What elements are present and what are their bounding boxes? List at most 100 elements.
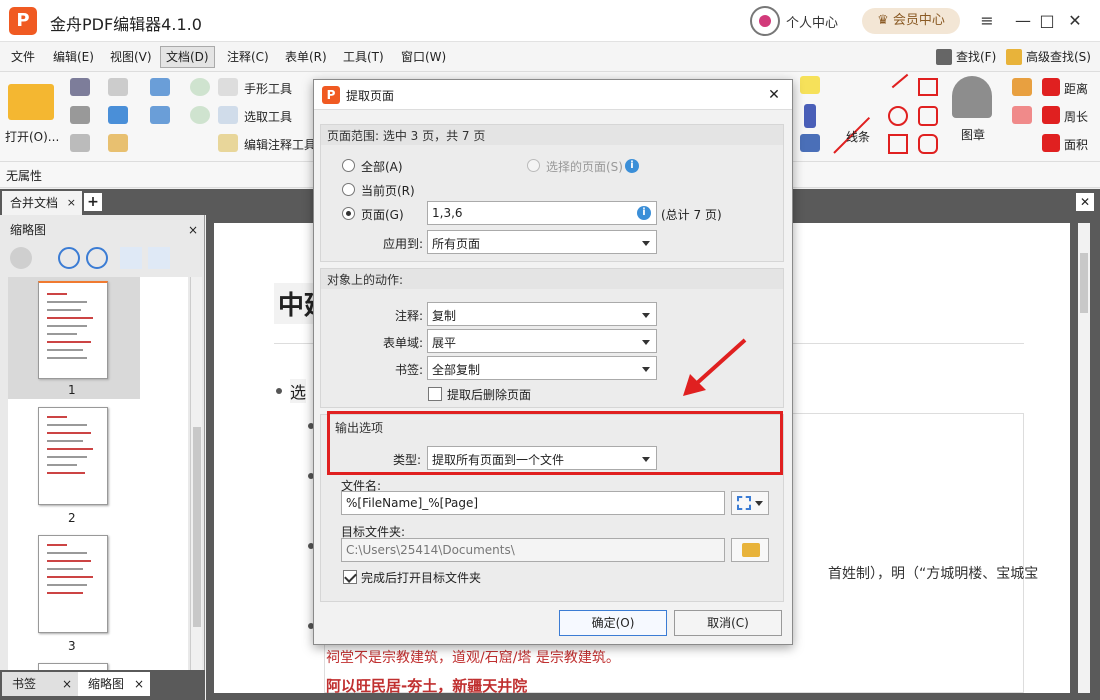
personal-center-button[interactable]: 个人中心 (750, 6, 838, 36)
browse-folder-button[interactable] (731, 538, 769, 562)
stamp-icon[interactable] (952, 76, 992, 118)
menu-file[interactable]: 文件 (6, 46, 40, 68)
maximize-button[interactable]: □ (1036, 10, 1058, 32)
print-icon[interactable] (70, 106, 90, 124)
pencil-icon[interactable] (1012, 78, 1032, 96)
email-icon[interactable] (108, 78, 128, 96)
cloud-tool-icon[interactable] (918, 134, 938, 154)
save-icon[interactable] (70, 78, 90, 96)
dialog-title: 提取页面 (346, 89, 395, 103)
delete-after-label[interactable]: 提取后删除页面 (447, 386, 531, 403)
menu-window[interactable]: 窗口(W) (396, 46, 451, 68)
page-thumbnail-2[interactable] (38, 407, 108, 505)
redo-icon[interactable] (150, 106, 170, 124)
forward-icon[interactable] (190, 106, 210, 124)
tab-thumbnails[interactable]: 缩略图 × (78, 672, 150, 696)
page-number: 2 (68, 511, 76, 525)
page-thumbnail-3[interactable] (38, 535, 108, 633)
filename-macro-button[interactable] (731, 491, 769, 515)
close-document-button[interactable]: ✕ (1076, 193, 1094, 211)
open-folder-after-label[interactable]: 完成后打开目标文件夹 (361, 569, 481, 586)
distance-icon (1042, 78, 1060, 96)
menu-document[interactable]: 文档(D) (160, 46, 215, 68)
radio-pages-label[interactable]: 页面(G) (361, 206, 404, 223)
polygon-tool-icon[interactable] (918, 78, 938, 96)
open-folder-icon[interactable] (8, 84, 54, 120)
select-tool-button[interactable]: 选取工具 (244, 108, 292, 125)
rotate-right-icon[interactable] (148, 247, 170, 269)
ok-button[interactable]: 确定(O) (559, 610, 667, 636)
document-scrollbar[interactable] (1078, 223, 1090, 693)
tab-close-icon[interactable]: × (62, 672, 72, 696)
pentagon-tool-icon[interactable] (918, 106, 938, 126)
undo-icon[interactable] (150, 78, 170, 96)
hand-tool-button[interactable]: 手形工具 (244, 80, 292, 97)
menu-form[interactable]: 表单(R) (280, 46, 332, 68)
eraser-icon[interactable] (1012, 106, 1032, 124)
more-icon[interactable] (176, 247, 188, 269)
open-button-label[interactable]: 打开(O)... (5, 128, 59, 145)
panel-toolbar (4, 243, 202, 273)
tab-label: 合并文档 (10, 196, 59, 210)
export-icon[interactable] (70, 134, 90, 152)
page-thumbnail-1[interactable] (38, 281, 108, 379)
menu-icon[interactable]: ≡ (976, 10, 998, 32)
menu-edit[interactable]: 编辑(E) (48, 46, 99, 68)
scroll-thumb[interactable] (1080, 253, 1088, 313)
cloud-upload-icon[interactable] (108, 106, 128, 124)
zoom-in-icon[interactable] (58, 247, 80, 269)
back-icon[interactable] (190, 78, 210, 96)
arrow-tool-icon[interactable] (891, 73, 909, 89)
delete-after-checkbox[interactable] (428, 387, 442, 401)
apply-to-select[interactable]: 所有页面 (427, 230, 657, 254)
annotation-select[interactable]: 复制 (427, 302, 657, 326)
target-folder-input[interactable]: C:\Users\25414\Documents\ (341, 538, 725, 562)
close-button[interactable]: ✕ (1064, 10, 1086, 32)
tab-bookmarks[interactable]: 书签 × (2, 672, 78, 696)
attachment-icon[interactable] (804, 104, 816, 128)
ellipse-tool-icon[interactable] (888, 106, 908, 126)
lines-label[interactable]: 线条 (846, 128, 870, 145)
cancel-button[interactable]: 取消(C) (674, 610, 782, 636)
panel-close-icon[interactable]: × (188, 219, 198, 241)
menu-view[interactable]: 视图(V) (105, 46, 157, 68)
sound-icon[interactable] (800, 134, 820, 152)
radio-current-label[interactable]: 当前页(R) (361, 182, 415, 199)
form-field-select[interactable]: 展平 (427, 329, 657, 353)
search-button[interactable]: 查找(F) (936, 46, 996, 68)
filename-input[interactable]: %[FileName]_%[Page] (341, 491, 725, 515)
page-range-input[interactable]: 1,3,6 (427, 201, 657, 225)
vip-center-button[interactable]: ♛ 会员中心 (862, 8, 960, 34)
dialog-title-bar: P 提取页面 ✕ (314, 80, 792, 110)
thumbnail-scrollbar[interactable] (190, 277, 202, 681)
note-icon[interactable] (800, 76, 820, 94)
zoom-out-icon[interactable] (86, 247, 108, 269)
radio-page-range[interactable] (342, 207, 355, 220)
scroll-thumb[interactable] (193, 427, 201, 627)
tab-close-icon[interactable]: × (67, 191, 76, 215)
distance-button[interactable]: 距离 (1064, 80, 1088, 97)
doc-snippet: 选 (290, 379, 307, 403)
perimeter-button[interactable]: 周长 (1064, 108, 1088, 125)
tab-close-icon[interactable]: × (134, 672, 144, 696)
gear-icon[interactable] (10, 247, 32, 269)
advanced-search-button[interactable]: 高级查找(S) (1006, 46, 1091, 68)
rectangle-tool-icon[interactable] (888, 134, 908, 154)
radio-all-pages[interactable] (342, 159, 355, 172)
new-document-icon[interactable] (108, 134, 128, 152)
thumbnail-list[interactable]: 1 2 3 (8, 277, 188, 681)
radio-all-label[interactable]: 全部(A) (361, 158, 403, 175)
add-tab-button[interactable]: + (84, 193, 102, 211)
open-folder-after-checkbox[interactable] (343, 570, 357, 584)
stamp-label[interactable]: 图章 (961, 126, 985, 143)
edit-annotation-tool-button[interactable]: 编辑注释工具 (244, 136, 316, 153)
minimize-button[interactable]: — (1012, 10, 1034, 32)
menu-annotation[interactable]: 注释(C) (222, 46, 274, 68)
dialog-close-button[interactable]: ✕ (764, 85, 784, 105)
bookmark-select[interactable]: 全部复制 (427, 356, 657, 380)
menu-tools[interactable]: 工具(T) (338, 46, 389, 68)
area-button[interactable]: 面积 (1064, 136, 1088, 153)
radio-current-page[interactable] (342, 183, 355, 196)
tab-merged-document[interactable]: 合并文档 × (2, 191, 82, 215)
rotate-left-icon[interactable] (120, 247, 142, 269)
